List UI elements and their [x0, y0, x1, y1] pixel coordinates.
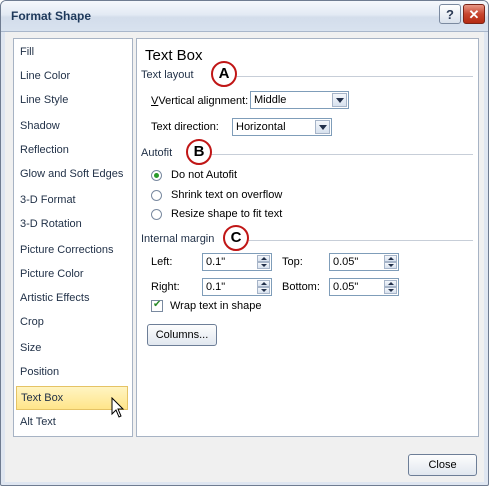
radio-icon[interactable] — [151, 209, 162, 220]
spin-down-icon[interactable] — [384, 287, 397, 294]
columns-button[interactable]: Columns... — [147, 324, 217, 346]
chevron-down-icon[interactable] — [332, 93, 347, 107]
bottom-margin-label: Bottom: — [282, 281, 320, 293]
text-direction-dropdown[interactable]: Horizontal — [232, 118, 332, 136]
text-layout-heading: Text layout — [141, 69, 194, 81]
help-button[interactable]: ? — [439, 4, 461, 24]
text-layout-divider — [237, 76, 473, 77]
spin-down-icon[interactable] — [257, 287, 270, 294]
nav-item-picture-corrections[interactable]: Picture Corrections — [16, 238, 128, 262]
nav-item-fill[interactable]: Fill — [16, 40, 128, 64]
callout-b: B — [186, 139, 212, 165]
close-window-button[interactable]: ✕ — [463, 4, 485, 24]
radio-selected-icon[interactable] — [151, 170, 162, 181]
nav-item-shadow[interactable]: Shadow — [16, 114, 128, 138]
close-button[interactable]: Close — [408, 454, 477, 476]
category-list: Fill Line Color Line Style Shadow Reflec… — [13, 38, 133, 437]
format-shape-dialog: Format Shape ? ✕ Fill Line Color Line St… — [0, 0, 489, 486]
spin-up-icon[interactable] — [257, 280, 270, 287]
nav-item-3d-format[interactable]: 3-D Format — [16, 188, 128, 212]
nav-item-3d-rotation[interactable]: 3-D Rotation — [16, 212, 128, 236]
nav-item-crop[interactable]: Crop — [16, 310, 128, 334]
text-box-panel: Text Box Text layout VVertical alignment… — [136, 38, 479, 437]
nav-item-reflection[interactable]: Reflection — [16, 138, 128, 162]
nav-item-artistic-effects[interactable]: Artistic Effects — [16, 286, 128, 310]
dialog-body: Fill Line Color Line Style Shadow Reflec… — [5, 32, 484, 482]
autofit-divider — [207, 154, 473, 155]
callout-a: A — [211, 61, 237, 87]
callout-c: C — [223, 225, 249, 251]
left-margin-input[interactable]: 0.1" — [202, 253, 272, 271]
nav-item-size[interactable]: Size — [16, 336, 128, 360]
spin-up-icon[interactable] — [257, 255, 270, 262]
vertical-alignment-label: VVertical alignment: — [151, 95, 249, 107]
text-direction-value: Horizontal — [236, 121, 286, 133]
nav-item-position[interactable]: Position — [16, 360, 128, 384]
internal-margin-heading: Internal margin — [141, 233, 215, 245]
radio-icon[interactable] — [151, 190, 162, 201]
nav-item-glow-soft-edges[interactable]: Glow and Soft Edges — [16, 162, 128, 186]
nav-item-picture-color[interactable]: Picture Color — [16, 262, 128, 286]
bottom-margin-input[interactable]: 0.05" — [329, 278, 399, 296]
autofit-heading: Autofit — [141, 147, 173, 159]
mouse-pointer-icon — [111, 397, 125, 418]
right-margin-label: Right: — [151, 281, 180, 293]
vertical-alignment-dropdown[interactable]: Middle — [250, 91, 349, 109]
nav-item-line-style[interactable]: Line Style — [16, 88, 128, 112]
internal-margin-divider — [249, 240, 473, 241]
top-margin-input[interactable]: 0.05" — [329, 253, 399, 271]
dialog-title: Format Shape — [11, 9, 92, 23]
spin-down-icon[interactable] — [257, 262, 270, 269]
title-bar[interactable]: Format Shape ? ✕ — [1, 1, 488, 32]
spin-up-icon[interactable] — [384, 280, 397, 287]
wrap-text-label: Wrap text in shape — [170, 300, 262, 312]
left-margin-label: Left: — [151, 256, 173, 268]
text-direction-label: Text direction: — [151, 121, 219, 133]
wrap-text-checkbox[interactable] — [151, 299, 163, 312]
right-margin-input[interactable]: 0.1" — [202, 278, 272, 296]
nav-item-line-color[interactable]: Line Color — [16, 64, 128, 88]
vertical-alignment-value: Middle — [254, 94, 287, 106]
panel-title: Text Box — [145, 47, 203, 64]
top-margin-label: Top: — [282, 256, 303, 268]
chevron-down-icon[interactable] — [315, 120, 330, 134]
spin-down-icon[interactable] — [384, 262, 397, 269]
spin-up-icon[interactable] — [384, 255, 397, 262]
